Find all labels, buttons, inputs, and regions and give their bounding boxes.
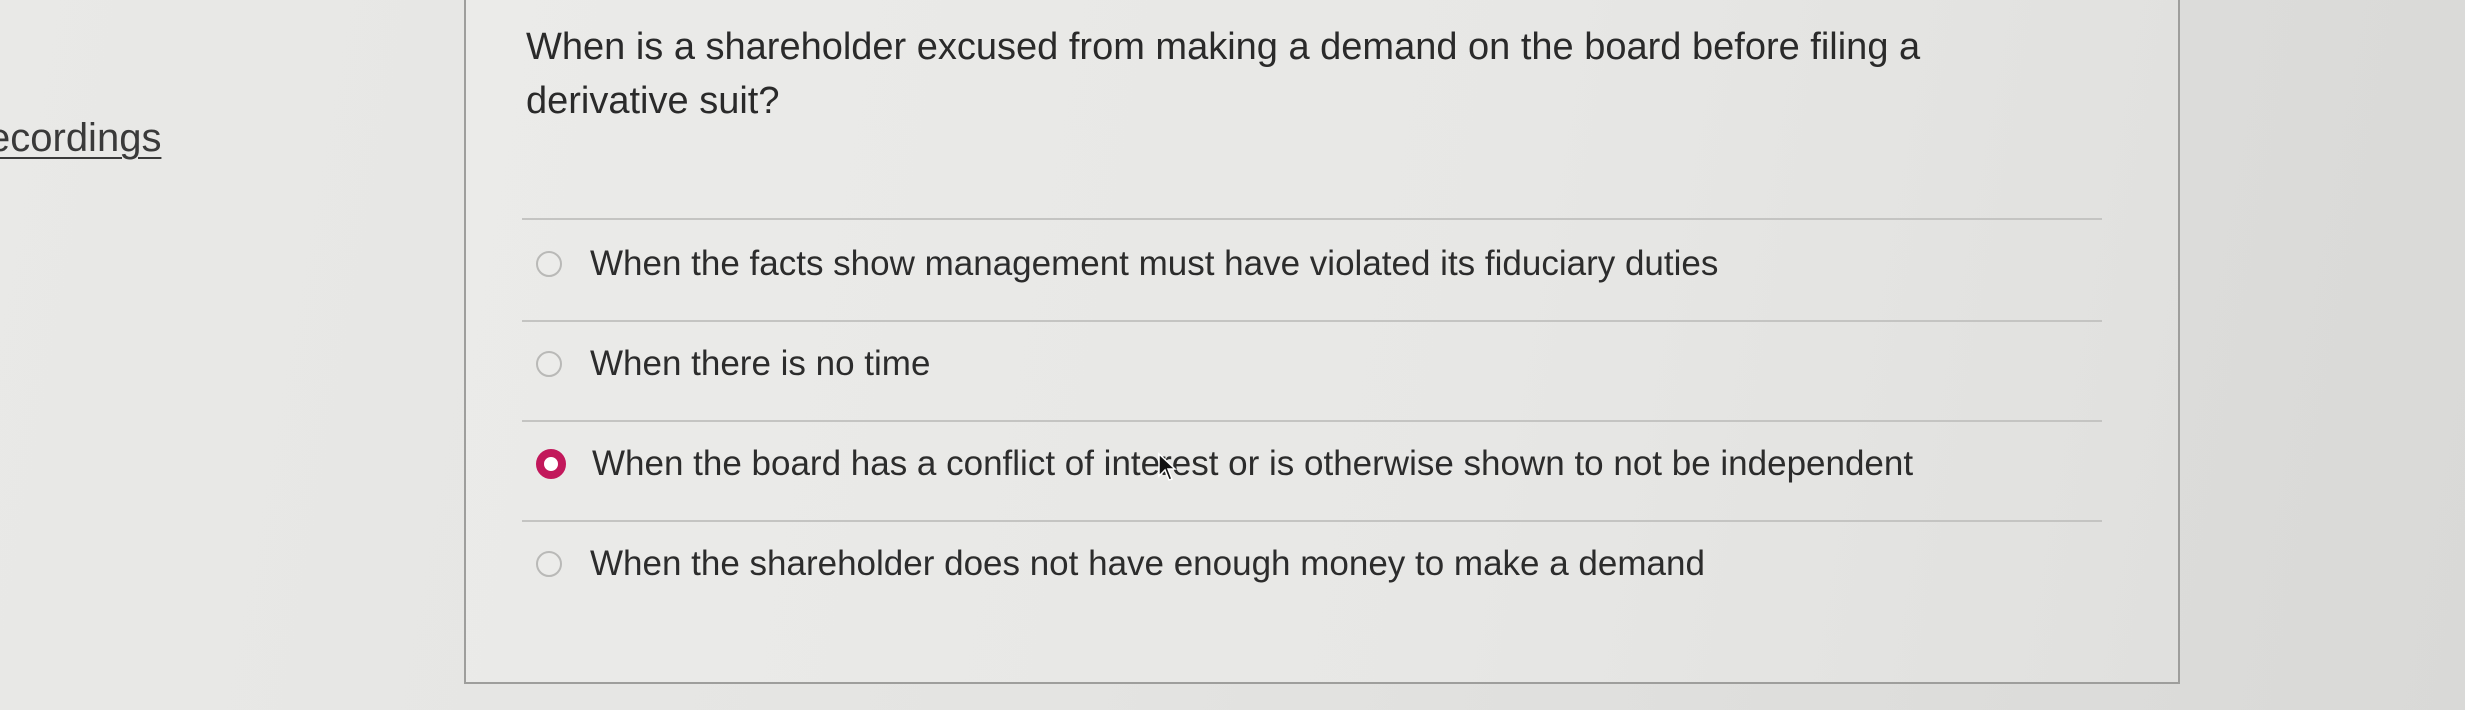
answer-option-3-selected[interactable]: When the board has a conflict of interes… (536, 444, 1913, 484)
radio-button-icon[interactable] (536, 551, 562, 577)
divider (522, 520, 2102, 522)
answer-option-1[interactable]: When the facts show management must have… (536, 244, 1718, 284)
answer-option-4[interactable]: When the shareholder does not have enoug… (536, 544, 1705, 584)
answer-option-label: When the facts show management must have… (590, 244, 1719, 283)
answer-option-label: When the shareholder does not have enoug… (590, 544, 1705, 583)
radio-button-icon[interactable] (536, 351, 562, 377)
answer-option-2[interactable]: When there is no time (536, 344, 930, 384)
page-background: ecordings When is a shareholder excused … (0, 0, 2465, 710)
answer-option-label: When there is no time (590, 344, 931, 383)
question-text: When is a shareholder excused from makin… (526, 26, 1921, 122)
mouse-cursor-icon (1158, 452, 1177, 481)
radio-button-icon[interactable] (536, 251, 562, 277)
sidebar-recordings-link[interactable]: ecordings (0, 116, 161, 161)
divider (522, 218, 2102, 220)
divider (522, 420, 2102, 422)
answer-option-label: When the board has a conflict of interes… (592, 444, 1914, 483)
radio-button-selected-icon[interactable] (536, 449, 566, 479)
question-card: When is a shareholder excused from makin… (464, 0, 2180, 684)
divider (522, 320, 2102, 322)
